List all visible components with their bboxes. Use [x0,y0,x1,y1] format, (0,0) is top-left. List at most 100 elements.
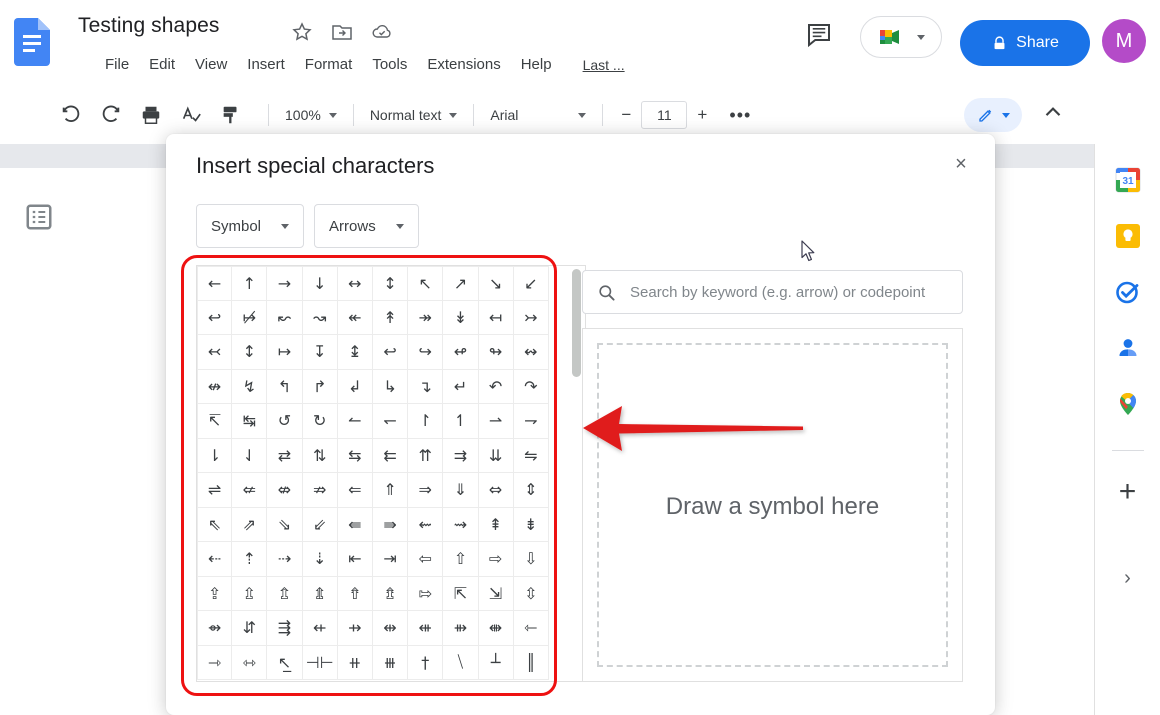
menu-help[interactable]: Help [512,54,561,75]
character-cell[interactable]: ⇁ [513,404,549,439]
character-cell[interactable]: ⇷ [302,611,338,646]
character-cell[interactable]: ↭ [513,335,549,370]
character-cell[interactable]: ↗ [443,266,479,301]
character-cell[interactable]: ⇞ [478,507,514,542]
google-keep-icon[interactable] [1114,222,1142,250]
character-cell[interactable]: ⇮ [337,576,373,611]
google-calendar-icon[interactable]: 31 [1114,166,1142,194]
character-cell[interactable]: ↯ [232,369,268,404]
character-cell[interactable]: ↩ [197,300,233,335]
character-cell[interactable]: ↕ [372,266,409,301]
character-cell[interactable]: ↦̸ [232,300,268,335]
character-cell[interactable]: ⇸ [337,611,373,646]
redo-icon[interactable] [98,102,124,128]
character-cell[interactable]: † [408,645,444,680]
character-cell[interactable]: ⇰ [408,576,444,611]
google-contacts-icon[interactable] [1114,334,1142,362]
character-cell[interactable]: ⇤ [337,542,373,577]
character-cell[interactable]: ⇣ [302,542,338,577]
character-cell[interactable]: ⇴ [197,611,233,646]
character-cell[interactable]: ↻ [302,404,338,439]
font-size-increase-button[interactable]: + [689,102,715,128]
character-cell[interactable]: ↹ [232,404,268,439]
font-size-input[interactable]: 11 [641,101,688,129]
character-cell[interactable]: ↪ [408,335,444,370]
character-cell[interactable]: ⇙ [302,507,338,542]
character-cell[interactable]: ↼ [337,404,373,439]
character-cell[interactable]: ⇉ [443,438,479,473]
character-cell[interactable]: ↩ [372,335,409,370]
character-cell[interactable]: ↷ [513,369,549,404]
document-outline-icon[interactable] [24,202,54,232]
menu-file[interactable]: File [96,54,138,75]
character-cell[interactable]: ⇟ [513,507,549,542]
character-cell[interactable]: ⇬ [267,576,303,611]
menu-insert[interactable]: Insert [238,54,294,75]
menu-edit[interactable]: Edit [140,54,184,75]
character-cell[interactable]: ⇲ [478,576,514,611]
character-cell[interactable]: ⇇ [372,438,409,473]
character-cell[interactable]: ↢ [197,335,233,370]
character-cell[interactable]: ↨ [337,335,373,370]
google-meet-button[interactable] [860,16,942,58]
more-options-button[interactable]: ••• [729,105,751,126]
character-cell[interactable]: ↱ [302,369,338,404]
character-cell[interactable]: ⇺ [408,611,444,646]
character-cell[interactable]: ║ [513,645,549,680]
comment-history-icon[interactable] [804,20,834,50]
character-cell[interactable]: ⇆ [337,438,373,473]
character-cell[interactable]: ↾ [408,404,444,439]
character-cell[interactable]: ⧹ [443,645,479,680]
character-cell[interactable]: ⇚ [337,507,373,542]
menu-extensions[interactable]: Extensions [418,54,509,75]
character-cell[interactable]: ↖̲ [267,645,303,680]
paint-format-icon[interactable] [218,102,244,128]
character-cell[interactable]: ⇫ [232,576,268,611]
character-cell[interactable]: ⇗ [232,507,268,542]
character-cell[interactable]: ↜ [267,300,303,335]
character-cell[interactable]: ⇶ [267,611,303,646]
character-cell[interactable]: ⇏ [302,473,338,508]
character-cell[interactable]: ↤ [478,300,514,335]
character-cell[interactable]: ⇍ [232,473,268,508]
character-cell[interactable]: ⇳ [513,576,549,611]
subcategory-select[interactable]: Arrows [314,204,419,248]
character-cell[interactable]: ⇐ [337,473,373,508]
menu-tools[interactable]: Tools [363,54,416,75]
character-cell[interactable]: ⇾ [197,645,233,680]
search-input[interactable] [628,282,948,302]
character-cell[interactable]: ↓ [302,266,338,301]
character-cell[interactable]: ↣ [513,300,549,335]
category-select[interactable]: Symbol [196,204,305,248]
character-cell[interactable]: ⇵ [232,611,268,646]
character-cell[interactable]: ⇜ [408,507,444,542]
character-cell[interactable]: ↟ [372,300,409,335]
character-cell[interactable]: ⇀ [478,404,514,439]
character-cell[interactable]: ↖ [408,266,444,301]
character-cell[interactable]: ↝ [302,300,338,335]
character-cell[interactable]: ⇭ [302,576,338,611]
character-cell[interactable]: ┴ [478,645,514,680]
character-cell[interactable]: ⇃ [232,438,268,473]
character-cell[interactable]: ⧻ [372,645,409,680]
character-cell[interactable]: ⇂ [197,438,233,473]
character-cell[interactable]: ⊣⊢ [302,645,338,680]
character-cell[interactable]: ⇑ [372,473,409,508]
character-cell[interactable]: ↶ [478,369,514,404]
character-cell[interactable]: → [267,266,303,301]
menu-format[interactable]: Format [296,54,362,75]
character-cell[interactable]: ↦ [267,335,303,370]
character-cell[interactable]: ↕ [232,335,268,370]
character-cell[interactable]: ⇈ [408,438,444,473]
character-cell[interactable]: ↑ [232,266,268,301]
font-select[interactable]: Arial [484,103,592,127]
menu-view[interactable]: View [186,54,236,75]
character-cell[interactable]: ← [197,266,233,301]
character-cell[interactable]: ⇥ [372,542,409,577]
character-cell[interactable]: ↞ [337,300,373,335]
character-cell[interactable]: ↡ [443,300,479,335]
character-cell[interactable]: ⇪ [197,576,233,611]
star-icon[interactable] [290,20,314,44]
character-cell[interactable]: ⇿ [232,645,268,680]
character-cell[interactable]: ↔ [337,266,373,301]
